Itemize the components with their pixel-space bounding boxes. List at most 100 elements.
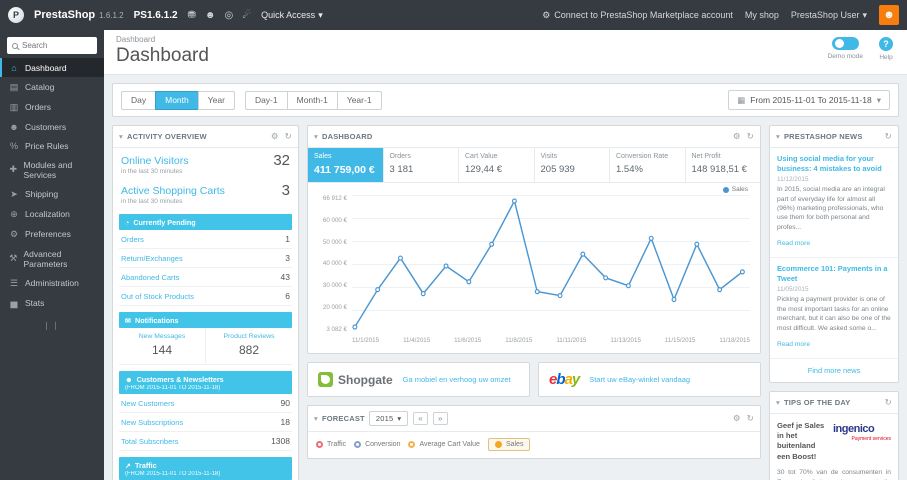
prestashop-admin: P PrestaShop 1.6.1.2 PS1.6.1.2 ⛃ ☻ ◎ ☄ Q… [0,0,907,480]
kpi-conversion-rate[interactable]: Conversion Rate 1.54% [609,148,685,182]
sidebar-item-customers[interactable]: ☻ Customers [0,117,104,136]
person-icon[interactable]: ☻ [205,10,216,21]
customers-row-new-customers[interactable]: New Customers 90 [119,394,292,413]
sidebar-item-price-rules[interactable]: % Price Rules [0,136,104,155]
y-tick-label: 60 000 € [322,216,347,224]
sidebar-item-stats[interactable]: ▅ Stats [0,293,104,313]
new-messages-cell[interactable]: New Messages 144 [119,328,205,364]
orders-icon: ▥ [9,101,19,112]
sidebar-search [7,37,97,54]
sidebar-item-modules[interactable]: ✚ Modules and Services [0,155,104,184]
search-input[interactable] [22,41,92,50]
breadcrumb[interactable]: Dashboard [116,35,895,44]
avatar[interactable]: ☻ [879,5,899,25]
caret-down-icon: ▾ [862,9,867,20]
x-tick-label: 11/15/2015 [664,337,696,344]
marketplace-link[interactable]: ⚙ Connect to PrestaShop Marketplace acco… [542,10,733,21]
sidebar-item-catalog[interactable]: ▤ Catalog [0,77,104,97]
sidebar-item-dashboard[interactable]: ⌂ Dashboard [0,58,104,77]
rocket-icon[interactable]: ☄ [242,10,251,21]
my-shop-link[interactable]: My shop [745,10,779,20]
forecast-prev-button[interactable]: « [413,412,428,425]
prestashop-news-panel: ▾ PRESTASHOP NEWS ↻ Using social media f… [769,125,899,383]
news-article-headline[interactable]: Using social media for your business: 4 … [777,154,891,173]
day-button[interactable]: Day [121,90,157,110]
pending-row-orders[interactable]: Orders 1 [119,230,292,249]
sidebar-item-shipping[interactable]: ➤ Shipping [0,184,104,204]
ebay-logo: ebay [549,371,580,388]
forecast-year-value: 2015 [375,414,394,423]
refresh-icon[interactable]: ↻ [285,131,292,142]
find-more-news-link[interactable]: Find more news [770,359,898,382]
refresh-icon[interactable]: ↻ [747,413,754,424]
pending-row-out-of-stock[interactable]: Out of Stock Products 6 [119,287,292,306]
chart-plot-area[interactable]: Sales [352,186,750,333]
forecast-year-select[interactable]: 2015 ▾ [368,411,409,426]
kpi-visits[interactable]: Visits 205 939 [533,148,610,182]
gear-icon[interactable]: ⚙ [733,131,741,142]
read-more-link[interactable]: Read more [777,341,810,348]
user-menu[interactable]: PrestaShop User ▾ [791,10,867,21]
quick-access-menu[interactable]: Quick Access ▾ [261,10,323,21]
year-1-button[interactable]: Year-1 [336,90,382,110]
demo-mode-label: Demo mode [827,53,863,60]
online-visitors-label[interactable]: Online Visitors [121,155,189,167]
customers-row-new-subscriptions[interactable]: New Subscriptions 18 [119,413,292,432]
forecast-chip-traffic[interactable]: Traffic [316,441,346,448]
caret-down-icon: ▾ [318,9,323,20]
kpi-net-profit[interactable]: Net Profit 148 918,51 € [684,148,761,182]
demo-mode-toggle[interactable] [831,37,859,50]
cart-icon[interactable]: ⛃ [188,10,196,21]
day-1-button[interactable]: Day-1 [244,90,288,110]
notifications-title: Notifications [135,315,179,325]
sidebar-item-orders[interactable]: ▥ Orders [0,97,104,117]
shopgate-leaf-icon [318,372,333,387]
collapse-menu-button[interactable]: ❘❘ [0,313,104,338]
shop-name[interactable]: PS1.6.1.2 [134,10,178,21]
refresh-icon[interactable]: ↻ [885,131,892,142]
active-carts-value: 3 [281,182,290,199]
date-range-picker[interactable]: ▦ From 2015-11-01 To 2015-11-18 ▾ [728,90,890,110]
modules-icon: ✚ [9,164,18,174]
pending-row-returns[interactable]: Return/Exchanges 3 [119,249,292,268]
support-icon[interactable]: ◎ [224,10,233,21]
news-article-date: 11/05/2015 [777,286,809,294]
chip-label: Average Cart Value [419,441,480,448]
sidebar-item-preferences[interactable]: ⚙ Preferences [0,224,104,244]
ebay-link[interactable]: Start uw eBay-winkel vandaag [589,375,690,384]
forecast-chip-sales[interactable]: Sales [487,438,531,451]
year-button[interactable]: Year [197,90,235,110]
kpi-cart-value[interactable]: Cart Value 129,44 € [458,148,534,182]
x-tick-label: 11/8/2015 [505,337,533,344]
news-article-headline[interactable]: Ecommerce 101: Payments in a Tweet [777,264,891,283]
shopgate-banner[interactable]: Shopgate Ga mobiel en verhoog uw omzet [307,362,530,397]
product-reviews-cell[interactable]: Product Reviews 882 [205,328,292,364]
refresh-icon[interactable]: ↻ [885,397,892,408]
forecast-chip-conversion[interactable]: Conversion [354,441,400,448]
chart-legend[interactable]: Sales [722,186,748,193]
sidebar-item-localization[interactable]: ⊕ Localization [0,204,104,224]
ebay-banner[interactable]: ebay Start uw eBay-winkel vandaag [538,362,761,397]
gear-icon[interactable]: ⚙ [271,131,279,142]
kpi-label: Orders [389,153,411,160]
customers-row-total-subscribers[interactable]: Total Subscribers 1308 [119,432,292,451]
help-icon[interactable]: ? [879,37,893,51]
kpi-orders[interactable]: Orders 3 181 [382,148,459,182]
gear-icon: ⚙ [542,9,551,20]
sidebar-item-advanced-parameters[interactable]: ⚒ Advanced Parameters [0,244,104,273]
active-carts-label[interactable]: Active Shopping Carts [121,185,225,197]
month-1-button[interactable]: Month-1 [286,90,338,110]
gear-icon[interactable]: ⚙ [733,413,741,424]
month-button[interactable]: Month [155,90,199,110]
refresh-icon[interactable]: ↻ [747,131,754,142]
read-more-link[interactable]: Read more [777,240,810,247]
pending-row-abandoned-carts[interactable]: Abandoned Carts 43 [119,268,292,287]
sidebar-item-administration[interactable]: ☰ Administration [0,273,104,293]
shopgate-link[interactable]: Ga mobiel en verhoog uw omzet [403,375,511,384]
topbar-right: ⚙ Connect to PrestaShop Marketplace acco… [542,5,899,25]
customers-rows: New Customers 90 New Subscriptions 18 Tota… [119,394,292,451]
forecast-chip-average-cart-value[interactable]: Average Cart Value [408,441,480,448]
forecast-next-button[interactable]: » [432,412,448,425]
x-tick-label: 11/13/2015 [610,337,641,344]
kpi-sales[interactable]: Sales 411 759,00 € [308,148,383,182]
